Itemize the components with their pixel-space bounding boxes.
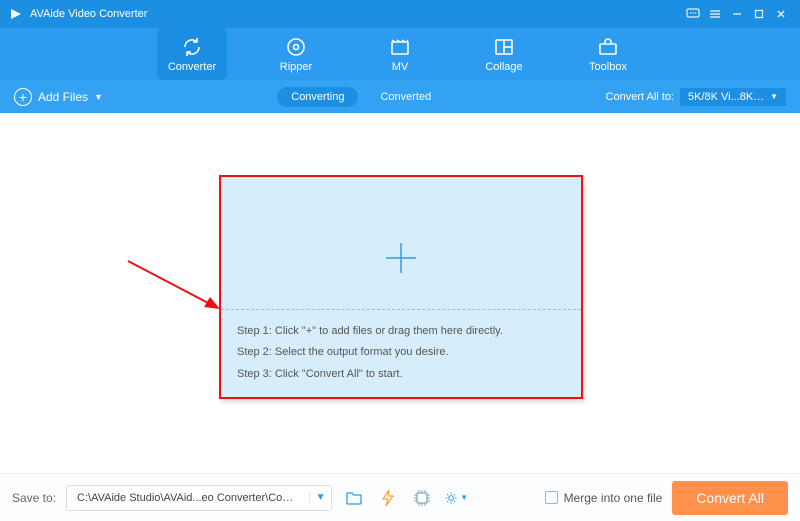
chevron-down-icon: ▼ [770,92,778,101]
close-icon[interactable] [770,3,792,25]
add-plus-icon[interactable] [382,239,420,282]
convert-all-to-label: Convert All to: [606,91,674,103]
save-path-text: C:\AVAide Studio\AVAid...eo Converter\Co… [67,492,309,504]
chevron-down-icon: ▼ [309,492,331,503]
step-1-text: Step 1: Click "+" to add files or drag t… [237,321,503,342]
checkbox-icon [545,491,558,504]
tab-converting[interactable]: Converting [277,87,358,107]
nav-label: MV [392,61,409,73]
instructions: Step 1: Click "+" to add files or drag t… [237,321,503,385]
save-path-selector[interactable]: C:\AVAide Studio\AVAid...eo Converter\Co… [66,485,332,511]
tab-converted[interactable]: Converted [380,91,431,103]
nav-label: Collage [485,61,522,73]
output-format-selector[interactable]: 5K/8K Vi...8K Video ▼ [680,88,786,106]
save-to-label: Save to: [12,491,56,505]
settings-button[interactable]: ▼ [444,486,468,510]
nav-label: Toolbox [589,61,627,73]
nav-ripper[interactable]: Ripper [261,28,331,80]
nav-converter[interactable]: Converter [157,28,227,80]
convert-all-button[interactable]: Convert All [672,481,788,515]
nav-mv[interactable]: MV [365,28,435,80]
nav-label: Ripper [280,61,312,73]
annotation-arrow-icon [124,257,224,317]
step-2-text: Step 2: Select the output format you des… [237,342,503,363]
nav-collage[interactable]: Collage [469,28,539,80]
footer: Save to: C:\AVAide Studio\AVAid...eo Con… [0,473,800,521]
nav-toolbox[interactable]: Toolbox [573,28,643,80]
open-folder-button[interactable] [342,486,366,510]
chevron-down-icon: ▼ [94,92,103,102]
workspace: Step 1: Click "+" to add files or drag t… [0,113,800,473]
merge-label: Merge into one file [564,491,663,505]
speed-button[interactable] [376,486,400,510]
merge-checkbox[interactable]: Merge into one file [545,491,663,505]
minimize-icon[interactable] [726,3,748,25]
feedback-icon[interactable] [682,3,704,25]
step-3-text: Step 3: Click "Convert All" to start. [237,364,503,385]
divider [221,309,581,310]
titlebar: AVAide Video Converter [0,0,800,28]
app-logo-icon [8,6,24,22]
drop-zone[interactable]: Step 1: Click "+" to add files or drag t… [219,175,583,399]
subbar: + Add Files ▼ Converting Converted Conve… [0,80,800,113]
main-nav: Converter Ripper MV Collage Toolbox [0,28,800,80]
gpu-button[interactable] [410,486,434,510]
add-files-label: Add Files [38,90,88,104]
app-title: AVAide Video Converter [30,8,147,20]
nav-label: Converter [168,61,216,73]
add-files-button[interactable]: + Add Files ▼ [14,88,103,106]
output-format-value: 5K/8K Vi...8K Video [688,91,766,103]
maximize-icon[interactable] [748,3,770,25]
chevron-down-icon: ▼ [460,493,468,502]
plus-circle-icon: + [14,88,32,106]
menu-icon[interactable] [704,3,726,25]
